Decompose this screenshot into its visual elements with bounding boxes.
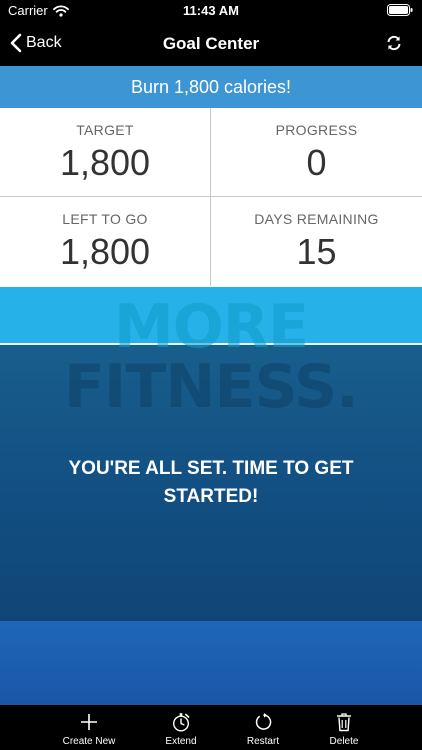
bottom-toolbar: Create New Extend Restart Delete: [0, 705, 422, 750]
stat-left-to-go: LEFT TO GO 1,800: [0, 197, 211, 286]
goal-banner: Burn 1,800 calories!: [0, 66, 422, 108]
extend-label: Extend: [165, 736, 197, 747]
create-new-button[interactable]: Create New: [49, 711, 129, 747]
stat-value: 1,800: [59, 142, 151, 183]
background-word-fitness: FITNESS.: [64, 352, 359, 422]
progress-visual: MORE FITNESS. YOU'RE ALL SET. TIME TO GE…: [0, 287, 422, 705]
restart-icon: [255, 713, 272, 730]
lower-band: [0, 621, 422, 705]
status-message: YOU'RE ALL SET. TIME TO GET STARTED!: [68, 458, 354, 507]
stat-label: PROGRESS: [275, 122, 358, 138]
stat-label: LEFT TO GO: [62, 211, 148, 227]
stat-progress: PROGRESS 0: [211, 108, 422, 197]
stat-label: TARGET: [76, 122, 134, 138]
battery-icon: [387, 4, 413, 19]
clock: 11:43 AM: [183, 3, 239, 18]
plus-icon: [81, 714, 97, 730]
stat-target: TARGET 1,800: [0, 108, 211, 197]
status-bar: Carrier 11:43 AM: [0, 0, 422, 22]
stopwatch-icon: [172, 713, 190, 732]
delete-button[interactable]: Delete: [304, 711, 384, 747]
trash-icon: [337, 713, 351, 732]
restart-label: Restart: [246, 736, 280, 747]
stat-days-remaining: DAYS REMAINING 15: [211, 197, 422, 286]
page-title: Goal Center: [162, 34, 260, 53]
create-new-label: Create New: [62, 736, 116, 747]
refresh-icon: [387, 35, 401, 51]
restart-button[interactable]: Restart: [223, 711, 303, 747]
background-word-more: MORE: [114, 292, 309, 362]
refresh-button[interactable]: [386, 35, 402, 56]
navigation-bar: Back Goal Center: [0, 22, 422, 66]
stat-value: 1,800: [59, 231, 151, 272]
stat-value: 0: [306, 142, 327, 183]
delete-label: Delete: [329, 736, 359, 747]
stats-grid: TARGET 1,800 PROGRESS 0 LEFT TO GO 1,800…: [0, 108, 422, 287]
stat-value: 15: [296, 231, 337, 272]
stat-label: DAYS REMAINING: [254, 211, 379, 227]
extend-button[interactable]: Extend: [141, 711, 221, 747]
